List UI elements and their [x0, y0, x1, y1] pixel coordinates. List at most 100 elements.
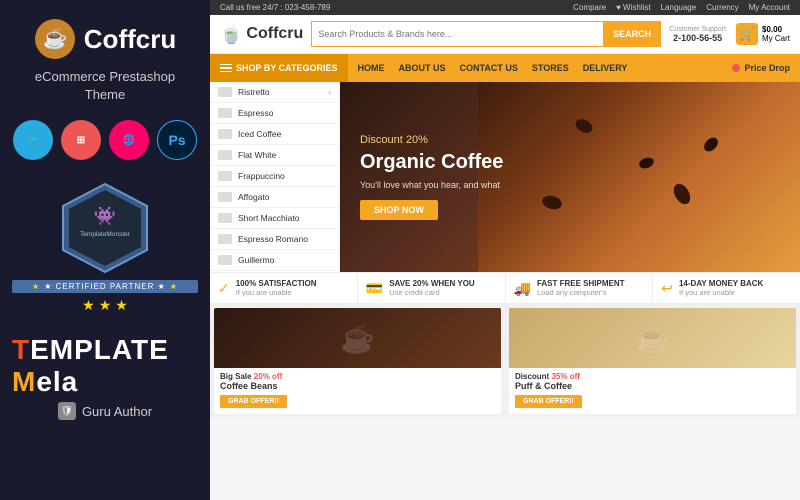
price-drop[interactable]: Price Drop	[732, 54, 800, 82]
support-phone: 2-100-56-55	[669, 33, 726, 43]
nav-stores[interactable]: STORES	[532, 63, 569, 73]
nav-bar: SHOP BY CATEGORIES HOME ABOUT US CONTACT…	[210, 54, 800, 82]
feature-return: ↩ 14-DAY MONEY BACK If you are unable	[653, 273, 800, 303]
left-logo-text: Coffcru	[84, 24, 176, 55]
site-header: 🍵 Coffcru SEARCH Customer Support 2-100-…	[210, 15, 800, 54]
romano-icon	[218, 234, 232, 244]
brand-ela: ela	[36, 366, 78, 397]
puff-info: Discount 35% off Puff & Coffee GRAB OFFE…	[509, 368, 796, 414]
hero-title: Organic Coffee	[360, 150, 503, 174]
cart-info[interactable]: 🛒 $0.00My Cart	[736, 23, 790, 45]
compare-link[interactable]: Compare	[573, 3, 606, 12]
cart-label: $0.00My Cart	[762, 25, 790, 43]
sidebar-item-espresso[interactable]: Espresso	[210, 103, 339, 124]
brand-emplate: EMPLATE	[30, 334, 169, 365]
coffee-beans-image: ☕	[214, 308, 501, 368]
sidebar-item-frappuccino[interactable]: Frappuccino	[210, 166, 339, 187]
coffee-beans-info: Big Sale 20% off Coffee Beans GRAB OFFER…	[214, 368, 501, 414]
star-2: ★	[99, 297, 112, 314]
left-subtitle: eCommerce PrestashopTheme	[35, 68, 175, 104]
puff-coffee-image: ☕	[509, 308, 796, 368]
search-input[interactable]	[311, 21, 603, 47]
product-cards: ☕ Big Sale 20% off Coffee Beans GRAB OFF…	[210, 304, 800, 418]
top-bar-phone: Call us free 24/7 : 023-458-789	[220, 3, 330, 12]
bean-3	[541, 194, 564, 212]
puff-sale: Discount 35% off	[515, 372, 790, 381]
bean-2	[638, 156, 656, 171]
shop-now-button[interactable]: SHOP NOW	[360, 200, 438, 220]
svg-text:TemplateMonster: TemplateMonster	[80, 231, 131, 238]
categories-button[interactable]: SHOP BY CATEGORIES	[210, 54, 348, 82]
product-card-puff: ☕ Discount 35% off Puff & Coffee GRAB OF…	[509, 308, 796, 414]
certified-partner-ribbon: ★ CERTIFIED PARTNER ★	[12, 280, 198, 293]
macchiato-icon	[218, 213, 232, 223]
bean-5	[671, 180, 694, 206]
feature-satisfaction: ✓ 100% SATISFACTION If you are unable	[210, 273, 358, 303]
nav-contact[interactable]: CONTACT US	[460, 63, 518, 73]
ristretto-arrow: ›	[328, 88, 331, 97]
sidebar-item-cortado[interactable]: Cortado	[210, 271, 339, 272]
wishlist-link[interactable]: ♥ Wishlist	[616, 3, 651, 12]
hero-banner: Discount 20% Organic Coffee You'll love …	[340, 82, 800, 272]
bean-4	[702, 135, 721, 154]
feature-save-text: SAVE 20% WHEN YOU Use credit card	[389, 279, 475, 297]
save-icon: 💳	[366, 280, 383, 297]
hamburger-icon	[220, 64, 232, 73]
multi-icon: 🌐	[109, 120, 149, 160]
coffee-beans-overlay	[478, 82, 800, 272]
brand-name: TEMPLATE Mela	[12, 334, 198, 398]
hero-bg-image	[478, 82, 800, 272]
hex-svg: 👾 TemplateMonster	[57, 180, 153, 276]
photoshop-icon: Ps	[157, 120, 197, 160]
sidebar-item-romano[interactable]: Espresso Romano	[210, 229, 339, 250]
header-right: Customer Support 2-100-56-55 🛒 $0.00My C…	[669, 23, 790, 45]
support-label: Customer Support	[669, 26, 726, 33]
top-bar: Call us free 24/7 : 023-458-789 Compare …	[210, 0, 800, 15]
guru-label: Guru Author	[82, 404, 152, 419]
support-info: Customer Support 2-100-56-55	[669, 26, 726, 43]
star-3: ★	[115, 297, 128, 314]
guillermo-icon	[218, 255, 232, 265]
language-link[interactable]: Language	[661, 3, 697, 12]
sidebar-item-guillermo[interactable]: Guillermo	[210, 250, 339, 271]
guru-icon: 🛡	[58, 402, 76, 420]
coffee-beans-btn[interactable]: GRAB OFFER!!	[220, 395, 287, 408]
nav-about[interactable]: ABOUT US	[399, 63, 446, 73]
currency-link[interactable]: Currency	[706, 3, 738, 12]
website-preview: Call us free 24/7 : 023-458-789 Compare …	[210, 0, 800, 500]
hero-discount: Discount 20%	[360, 134, 503, 146]
sidebar-item-affogato[interactable]: Affogato	[210, 187, 339, 208]
flat-icon	[218, 150, 232, 160]
sidebar-item-flat[interactable]: Flat White	[210, 145, 339, 166]
account-link[interactable]: My Account	[749, 3, 790, 12]
brand-t: T	[12, 334, 30, 365]
search-bar: SEARCH	[311, 21, 661, 47]
feature-satisfaction-text: 100% SATISFACTION If you are unable	[236, 279, 317, 297]
coffee-beans-sale: Big Sale 20% off	[220, 372, 495, 381]
puff-name: Puff & Coffee	[515, 381, 790, 391]
feature-return-text: 14-DAY MONEY BACK If you are unable	[679, 279, 763, 297]
search-button[interactable]: SEARCH	[603, 21, 661, 47]
shipping-icon: 🚚	[514, 280, 531, 297]
puff-img-icon: ☕	[635, 322, 670, 355]
sidebar-item-iced[interactable]: Iced Coffee	[210, 124, 339, 145]
satisfaction-icon: ✓	[218, 280, 230, 297]
tech-icons-row: 🐦 ⊞ 🌐 Ps	[13, 120, 197, 160]
coffee-beans-img-icon: ☕	[340, 322, 375, 355]
sidebar-item-ristretto[interactable]: Ristretto ›	[210, 82, 339, 103]
badge-area: 👾 TemplateMonster ★ CERTIFIED PARTNER ★ …	[12, 180, 198, 314]
svg-text:👾: 👾	[94, 206, 116, 226]
feature-shipping: 🚚 FAST FREE SHIPMENT Load any computer's	[506, 273, 654, 303]
price-drop-label: Price Drop	[744, 63, 790, 73]
return-icon: ↩	[661, 280, 673, 297]
star-1: ★	[82, 297, 95, 314]
features-bar: ✓ 100% SATISFACTION If you are unable 💳 …	[210, 272, 800, 304]
nav-home[interactable]: HOME	[358, 63, 385, 73]
sidebar-item-macchiato[interactable]: Short Macchiato	[210, 208, 339, 229]
coffee-cup-icon: ☕	[34, 18, 76, 60]
puff-btn[interactable]: GRAB OFFER!!	[515, 395, 582, 408]
nav-delivery[interactable]: DELIVERY	[583, 63, 628, 73]
iced-icon	[218, 129, 232, 139]
bean-1	[573, 116, 595, 135]
coffee-beans-name: Coffee Beans	[220, 381, 495, 391]
